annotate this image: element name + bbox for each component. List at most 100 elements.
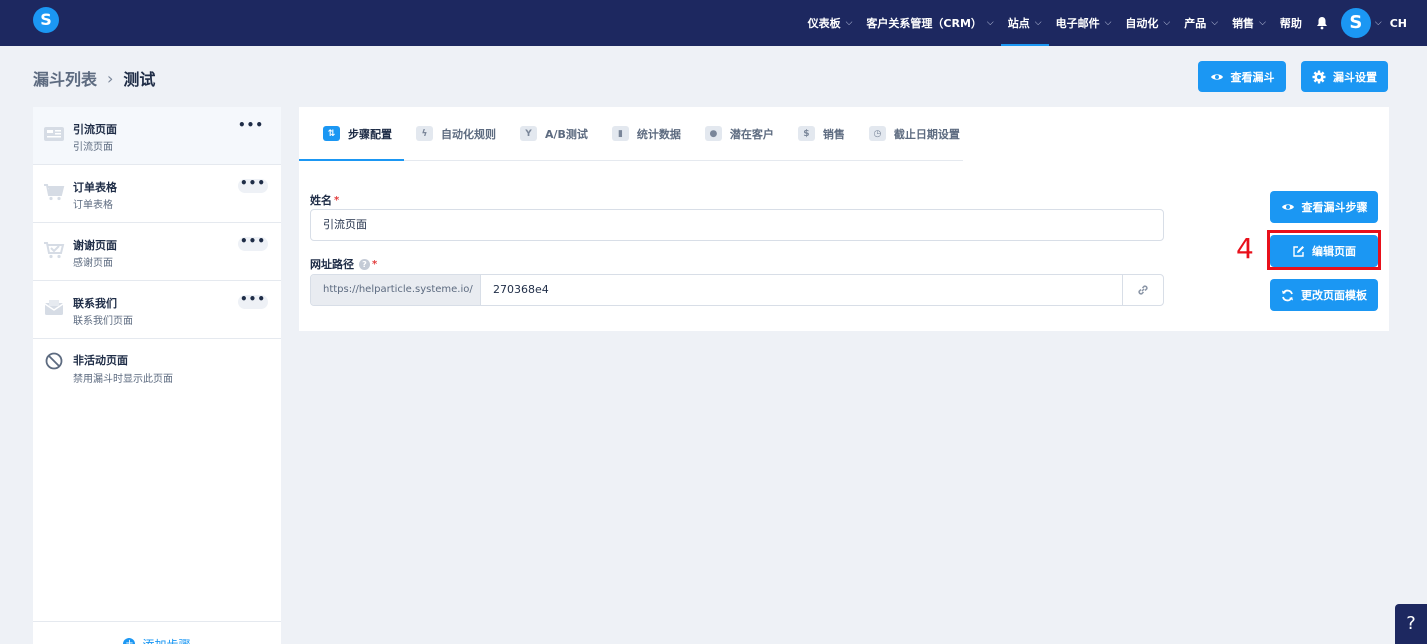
- breadcrumb-funnel-list[interactable]: 漏斗列表: [33, 66, 97, 90]
- user-initials: CH: [1389, 16, 1407, 30]
- name-label-text: 姓名: [310, 194, 332, 207]
- tab-label: 自动化规则: [441, 127, 496, 141]
- chevron-down-icon: ⌵: [1163, 18, 1171, 28]
- nav-automation[interactable]: 自动化 ⌵: [1118, 0, 1177, 46]
- required-mark: *: [372, 258, 378, 270]
- url-path-field: https://helparticle.systeme.io/ 270368e4: [310, 274, 1164, 306]
- refresh-icon: [1282, 289, 1293, 301]
- tab-deadline-settings[interactable]: ◷ 截止日期设置: [857, 107, 972, 160]
- chevron-down-icon: ⌵: [986, 18, 994, 28]
- funnel-settings-label: 漏斗设置: [1333, 70, 1377, 84]
- tab-label: 统计数据: [636, 127, 681, 141]
- name-input[interactable]: 引流页面: [310, 209, 1164, 241]
- tab-sales[interactable]: $ 销售: [786, 107, 857, 160]
- view-funnel-step-button[interactable]: 查看漏斗步骤: [1270, 191, 1378, 223]
- nav-sales-label: 销售: [1232, 17, 1255, 30]
- nav-email[interactable]: 电子邮件 ⌵: [1049, 0, 1119, 46]
- tab-label: 销售: [822, 127, 845, 141]
- view-funnel-button[interactable]: 查看漏斗: [1198, 61, 1286, 92]
- step-subtitle: 引流页面: [73, 142, 113, 153]
- systeme-logo[interactable]: S: [33, 7, 59, 33]
- nav-sites[interactable]: 站点 ⌵: [1000, 0, 1049, 46]
- help-button[interactable]: ?: [1395, 604, 1427, 644]
- top-navigation-bar: S 仪表板 ⌵ 客户关系管理（CRM） ⌵ 站点 ⌵ 电子邮件 ⌵ 自动化 ⌵ 产品 ⌵ 销…: [0, 0, 1427, 46]
- gear-icon: [1312, 70, 1326, 83]
- step-title: 非活动页面: [73, 354, 128, 367]
- nav-sites-label: 站点: [1007, 17, 1030, 30]
- link-icon: [1138, 285, 1148, 295]
- tab-label: 步骤配置: [348, 127, 392, 141]
- annotation-highlight-box: [1267, 230, 1381, 270]
- chevron-down-icon: ⌵: [1374, 18, 1382, 28]
- eye-icon: [1210, 73, 1223, 80]
- funnel-settings-button[interactable]: 漏斗设置: [1301, 61, 1388, 92]
- chevron-down-icon: ⌵: [1104, 18, 1112, 28]
- more-options-button[interactable]: •••: [238, 293, 268, 309]
- ban-icon: [45, 352, 63, 370]
- step-tabs: ⇅ 步骤配置 ϟ 自动化规则 Y A/B测试 ▮ 统计数据 ● 潜在客户 $ 销售 ◷ 截止日…: [299, 107, 963, 161]
- url-path-input[interactable]: 270368e4: [481, 275, 1122, 305]
- user-menu[interactable]: S ⌵ CH: [1337, 8, 1415, 38]
- more-options-button[interactable]: •••: [236, 119, 266, 135]
- nav-products[interactable]: 产品 ⌵: [1177, 0, 1225, 46]
- tab-statistics[interactable]: ▮ 统计数据: [600, 107, 693, 160]
- bell-icon[interactable]: [1315, 16, 1329, 30]
- clock-icon: ◷: [868, 126, 886, 141]
- tab-step-config[interactable]: ⇅ 步骤配置: [299, 107, 404, 161]
- nav-products-label: 产品: [1184, 17, 1207, 30]
- name-field-label: 姓名 *: [310, 192, 339, 208]
- tab-automation-rules[interactable]: ϟ 自动化规则: [404, 107, 508, 160]
- breadcrumb: 漏斗列表 › 测试: [33, 66, 155, 90]
- view-step-label: 查看漏斗步骤: [1301, 201, 1368, 214]
- split-icon: Y: [520, 126, 537, 141]
- step-title: 联系我们: [73, 297, 117, 310]
- change-template-button[interactable]: 更改页面模板: [1270, 279, 1378, 311]
- cart-check-icon: [44, 242, 65, 259]
- view-funnel-label: 查看漏斗: [1230, 70, 1275, 84]
- chevron-down-icon: ⌵: [1034, 18, 1042, 28]
- step-contact-us[interactable]: 联系我们 联系我们页面 •••: [33, 281, 281, 339]
- step-subtitle: 联系我们页面: [73, 316, 133, 327]
- cart-icon: [44, 184, 65, 201]
- url-path-field-label: 网址路径 ? *: [310, 256, 377, 272]
- step-thank-you[interactable]: 谢谢页面 感谢页面 •••: [33, 223, 281, 281]
- step-inactive-page[interactable]: 非活动页面 禁用漏斗时显示此页面: [33, 339, 281, 397]
- chevron-down-icon: ⌵: [845, 18, 853, 28]
- open-link-button[interactable]: [1122, 275, 1163, 305]
- add-step-button[interactable]: + 添加步骤: [33, 621, 281, 644]
- nav-crm[interactable]: 客户关系管理（CRM） ⌵: [859, 0, 1000, 46]
- step-subtitle: 订单表格: [73, 200, 113, 211]
- step-order-form[interactable]: 订单表格 订单表格 •••: [33, 165, 281, 223]
- dollar-icon: $: [797, 126, 815, 141]
- more-options-button[interactable]: •••: [238, 235, 268, 251]
- step-title: 引流页面: [73, 123, 117, 136]
- more-options-button[interactable]: •••: [238, 177, 268, 193]
- nav-help[interactable]: 帮助: [1273, 0, 1309, 46]
- page-icon: [44, 127, 64, 141]
- step-title: 订单表格: [73, 181, 117, 194]
- plus-icon: +: [123, 638, 136, 644]
- tab-label: 截止日期设置: [893, 127, 960, 141]
- step-opt-in-page[interactable]: 引流页面 引流页面 •••: [33, 107, 281, 165]
- nav-crm-label: 客户关系管理（CRM）: [866, 17, 982, 30]
- chevron-right-icon: ›: [107, 68, 114, 88]
- tab-ab-test[interactable]: Y A/B测试: [508, 107, 600, 160]
- nav-dashboard[interactable]: 仪表板 ⌵: [801, 0, 860, 46]
- tab-label: A/B测试: [545, 127, 588, 141]
- nav-help-label: 帮助: [1279, 17, 1302, 30]
- nav-sales[interactable]: 销售 ⌵: [1225, 0, 1273, 46]
- eye-icon: [1281, 204, 1294, 210]
- step-settings-card: ⇅ 步骤配置 ϟ 自动化规则 Y A/B测试 ▮ 统计数据 ● 潜在客户 $ 销售 ◷ 截止日…: [299, 107, 1389, 331]
- url-prefix: https://helparticle.systeme.io/: [311, 275, 481, 305]
- users-icon: ●: [704, 126, 722, 141]
- sliders-icon: ⇅: [323, 126, 340, 141]
- change-template-label: 更改页面模板: [1301, 289, 1367, 302]
- funnel-steps-sidebar: 引流页面 引流页面 ••• 订单表格 订单表格 ••• 谢谢页面 感谢页面 ••…: [33, 107, 281, 644]
- tab-leads[interactable]: ● 潜在客户: [693, 107, 786, 160]
- nav-email-label: 电子邮件: [1055, 17, 1100, 30]
- annotation-step-number: 4: [1236, 232, 1254, 265]
- tab-label: 潜在客户: [729, 127, 774, 141]
- chevron-down-icon: ⌵: [1259, 18, 1266, 28]
- nav-dashboard-label: 仪表板: [807, 17, 841, 30]
- question-icon[interactable]: ?: [359, 258, 370, 270]
